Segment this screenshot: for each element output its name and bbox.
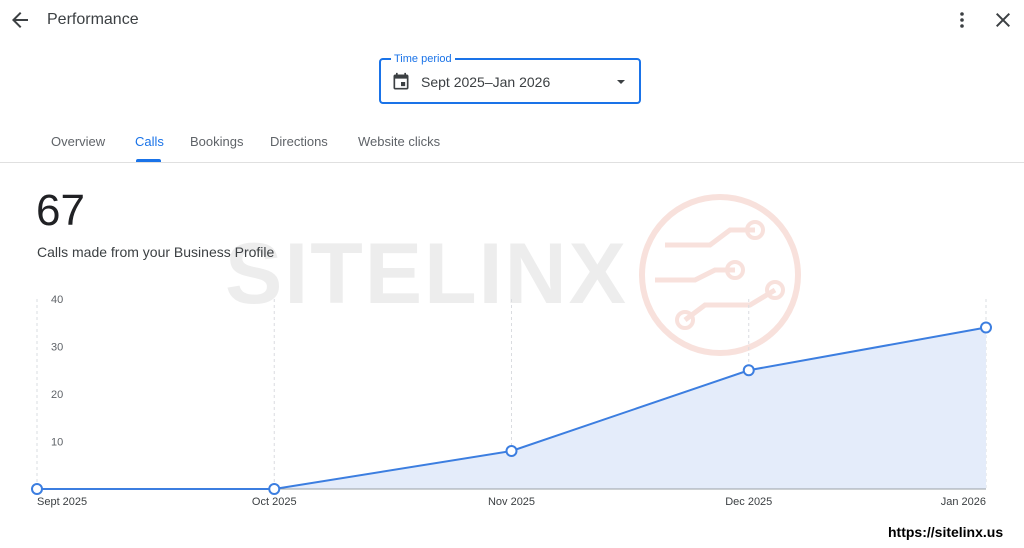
- calls-chart: 10 20 30 40 Sept 2025 Oct 2025 Nov 2025 Dec 202…: [31, 294, 992, 508]
- back-button[interactable]: [8, 8, 32, 32]
- source-url: https://sitelinx.us: [888, 524, 1004, 540]
- y-tick-label-0: 10: [51, 437, 63, 449]
- close-button[interactable]: [991, 8, 1015, 32]
- data-point-1: [268, 483, 281, 495]
- more-vert-icon: [960, 12, 964, 28]
- data-point-2: [505, 445, 518, 457]
- more-options-button[interactable]: [950, 8, 974, 32]
- calls-description: Calls made from your Business Profile: [37, 244, 275, 260]
- data-point-4: [980, 321, 992, 334]
- x-tick-label-2: Nov 2025: [488, 496, 535, 508]
- x-tick-label-4: Jan 2026: [941, 496, 986, 508]
- x-tick-label-3: Dec 2025: [725, 496, 772, 508]
- active-tab-indicator: [136, 159, 161, 162]
- data-point-3: [742, 364, 755, 377]
- y-tick-label-1: 20: [51, 389, 63, 401]
- time-period-label: Time period: [391, 52, 455, 66]
- time-period-value: Sept 2025–Jan 2026: [421, 74, 551, 90]
- calendar-icon: [393, 72, 409, 90]
- data-point-0: [31, 483, 43, 495]
- tab-calls[interactable]: Calls: [135, 134, 164, 149]
- close-icon: [996, 13, 1010, 27]
- top-bar: Performance: [0, 0, 1024, 42]
- page-title: Performance: [47, 11, 139, 28]
- x-tick-label-0: Sept 2025: [37, 496, 87, 508]
- arrow-back-icon: [12, 12, 28, 28]
- calls-total: 67: [36, 186, 85, 235]
- tab-directions[interactable]: Directions: [270, 134, 328, 149]
- y-tick-label-3: 40: [51, 294, 63, 306]
- dropdown-arrow-icon: [617, 80, 625, 84]
- tab-bookings[interactable]: Bookings: [190, 134, 243, 149]
- tab-bar: Overview Calls Bookings Directions Websi…: [0, 122, 1024, 163]
- x-tick-label-1: Oct 2025: [252, 496, 297, 508]
- time-period-select[interactable]: Time period Sept 2025–Jan 2026: [379, 52, 641, 104]
- tab-website-clicks[interactable]: Website clicks: [358, 134, 440, 149]
- y-tick-label-2: 30: [51, 342, 63, 354]
- tab-overview[interactable]: Overview: [51, 134, 105, 149]
